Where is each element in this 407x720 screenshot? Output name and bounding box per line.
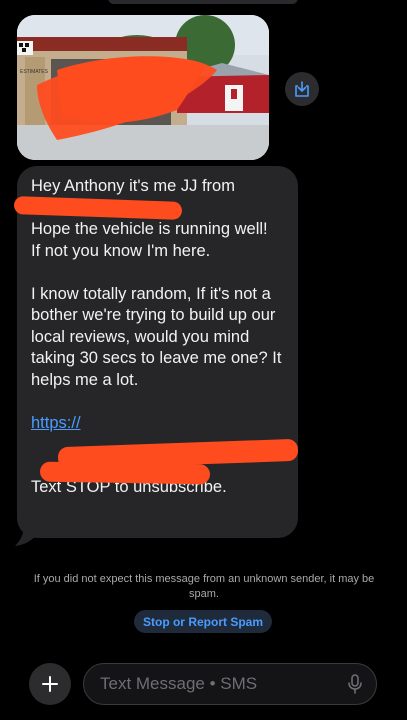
sign-text: ESTIMATES (20, 69, 49, 75)
message-input[interactable]: Text Message • SMS (83, 663, 377, 705)
microphone-icon[interactable] (347, 674, 363, 694)
unknown-sender-warning: If you did not expect this message from … (33, 573, 375, 600)
redaction-link-2 (39, 461, 211, 485)
image-attachment[interactable]: ESTIMATES (17, 15, 269, 160)
message-paragraph-3: I know totally random, If it's not a bot… (31, 284, 282, 389)
message-input-placeholder: Text Message • SMS (100, 674, 258, 693)
stop-or-report-spam-button[interactable]: Stop or Report Spam (134, 610, 272, 633)
save-to-photos-icon (295, 81, 309, 97)
shop-photo: ESTIMATES (17, 15, 269, 160)
message-paragraph-2: Hope the vehicle is running well! If not… (31, 220, 268, 260)
plus-icon (42, 676, 58, 692)
save-to-photos-button[interactable] (285, 72, 319, 106)
apps-plus-button[interactable] (29, 663, 71, 705)
bubble-tail (15, 520, 37, 546)
message-greeting: Hey Anthony it's me JJ from (31, 177, 235, 195)
previous-message-edge (108, 0, 298, 4)
